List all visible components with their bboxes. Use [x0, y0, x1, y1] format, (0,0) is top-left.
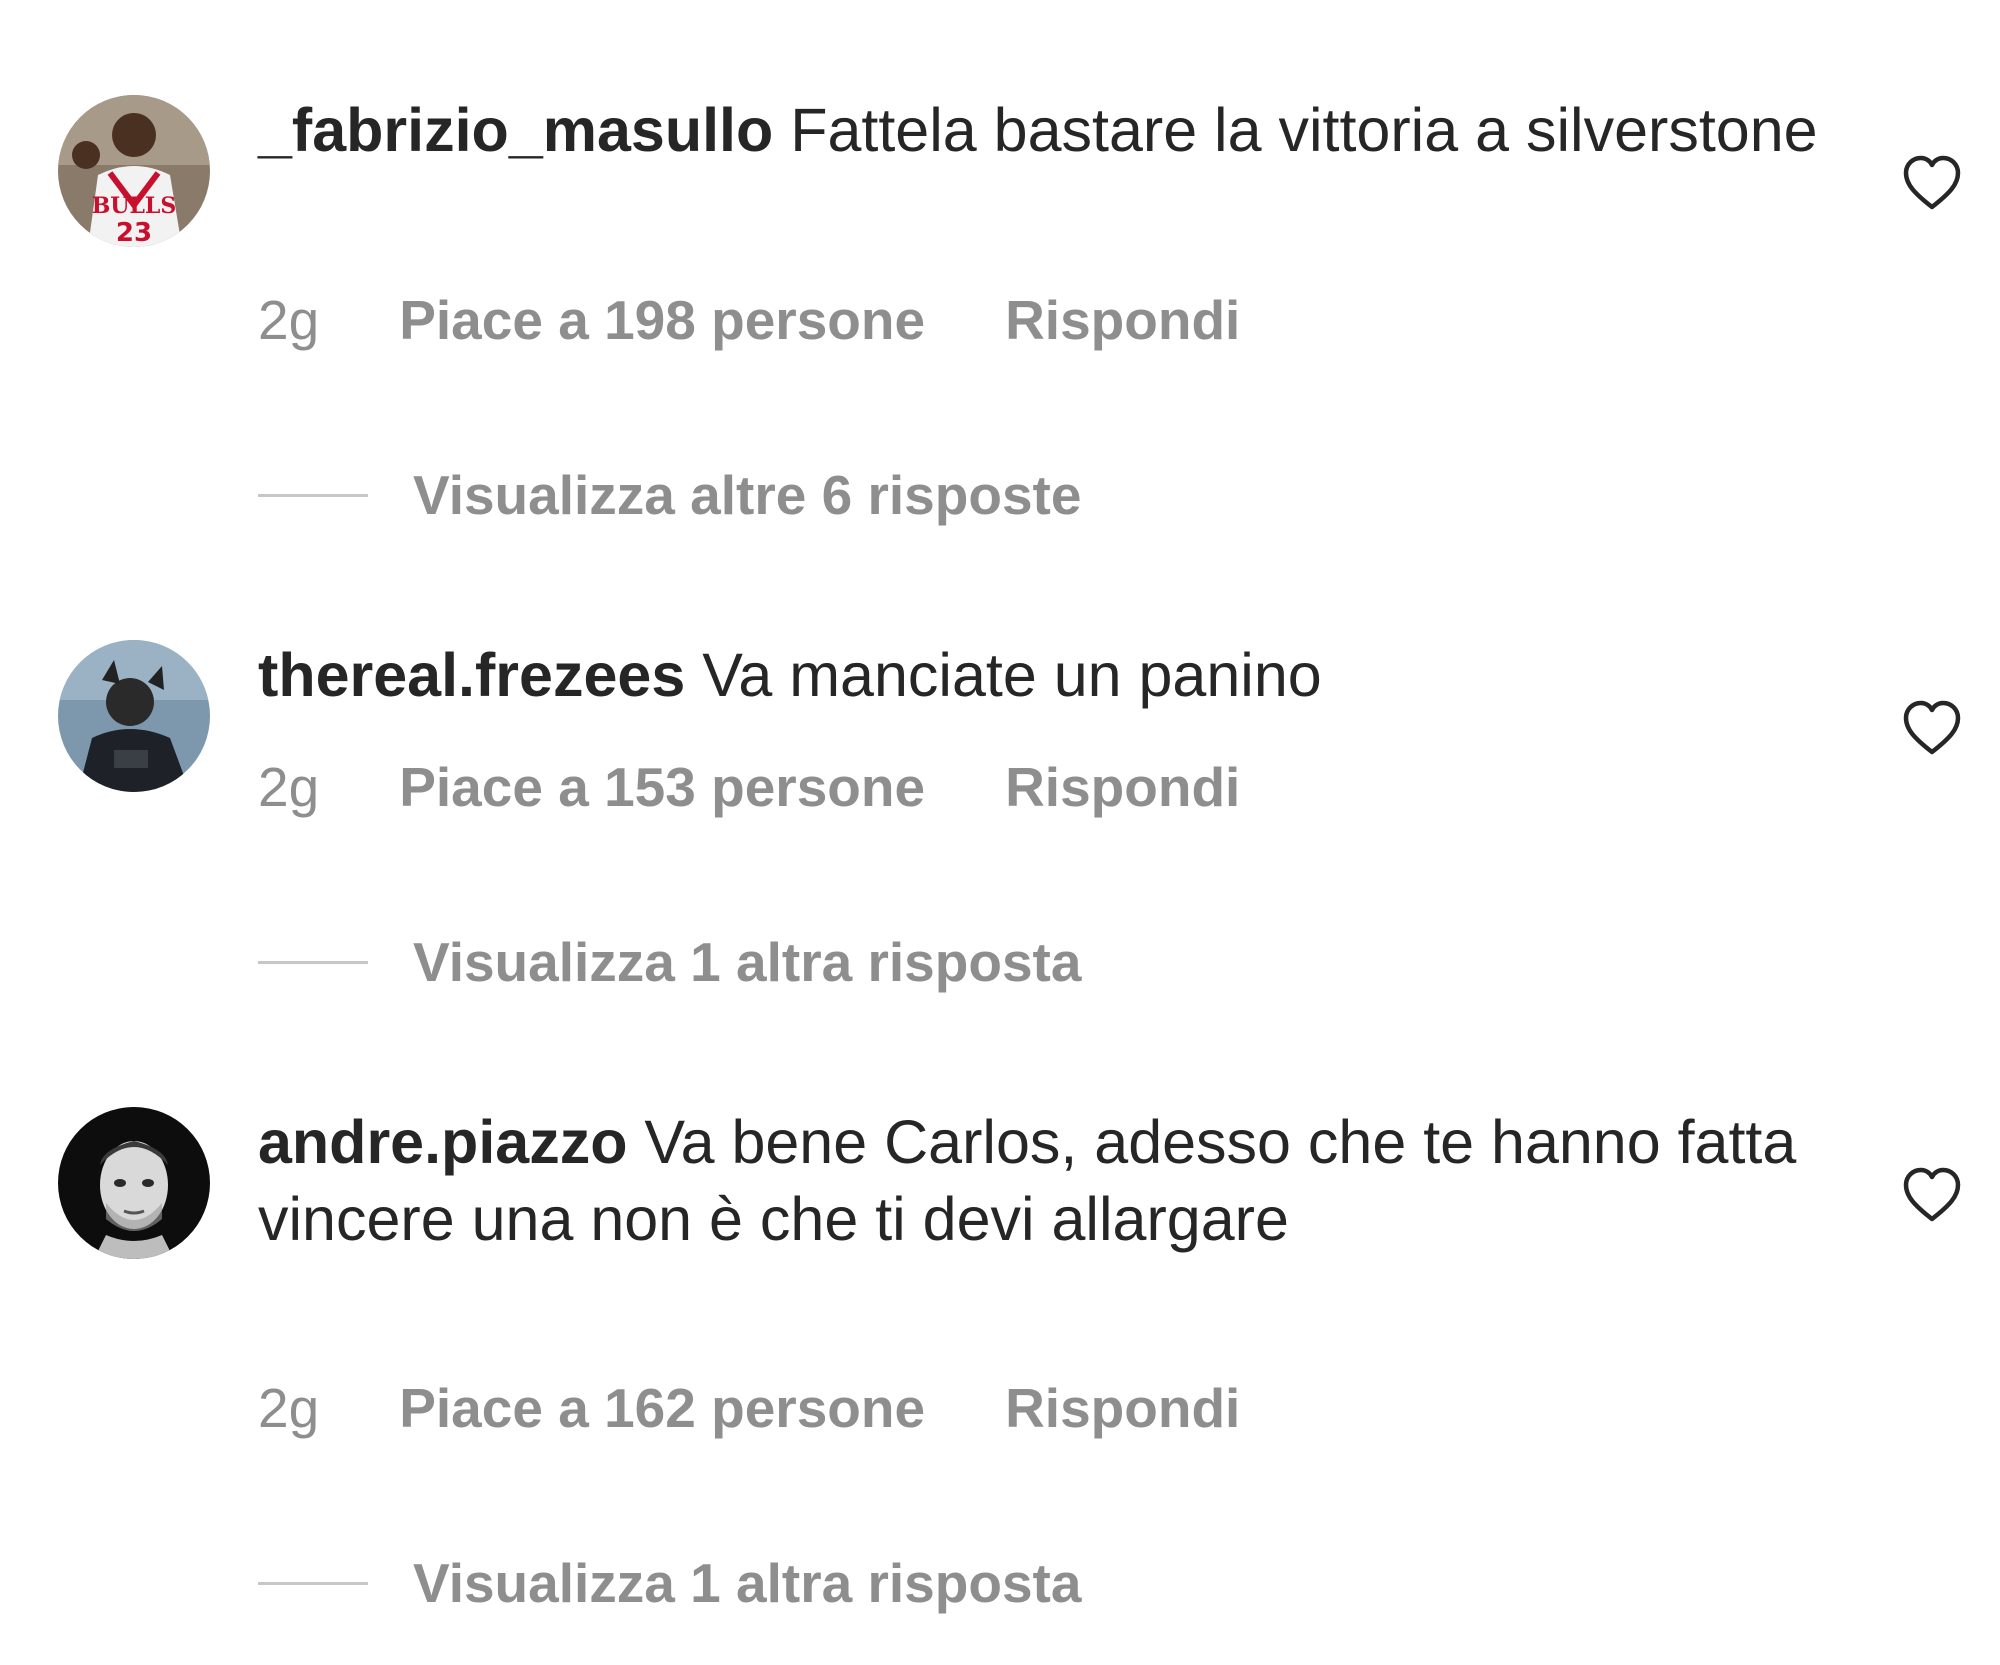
view-replies-button[interactable]: Visualizza altre 6 risposte — [258, 460, 1081, 530]
avatar[interactable]: BULLS 23 — [58, 95, 210, 247]
comment-username[interactable]: thereal.frezees — [258, 641, 685, 709]
svg-text:BULLS: BULLS — [92, 193, 177, 219]
reply-button[interactable]: Rispondi — [1005, 285, 1240, 355]
comment-text: Fattela bastare la vittoria a silverston… — [790, 96, 1818, 164]
comment-body: andre.piazzo Va bene Carlos, adesso che … — [258, 1104, 1818, 1258]
svg-text:23: 23 — [116, 218, 152, 247]
avatar-person-icon — [58, 640, 210, 792]
comment-likes[interactable]: Piace a 162 persone — [399, 1373, 925, 1443]
comment-likes[interactable]: Piace a 153 persone — [399, 752, 925, 822]
reply-button[interactable]: Rispondi — [1005, 1373, 1240, 1443]
heart-icon[interactable] — [1902, 1167, 1962, 1223]
comment-time: 2g — [258, 756, 320, 818]
view-replies-label: Visualizza altre 6 risposte — [413, 464, 1082, 526]
comment-meta: 2g Piace a 162 persone Rispondi — [258, 1373, 1240, 1443]
comment-meta: 2g Piace a 153 persone Rispondi — [258, 752, 1240, 822]
comment-text: Va manciate un panino — [702, 641, 1322, 709]
comment-likes[interactable]: Piace a 198 persone — [399, 285, 925, 355]
comment-meta: 2g Piace a 198 persone Rispondi — [258, 285, 1240, 355]
reply-button[interactable]: Rispondi — [1005, 752, 1240, 822]
view-replies-label: Visualizza 1 altra risposta — [413, 931, 1082, 993]
heart-icon[interactable] — [1902, 155, 1962, 211]
view-replies-button[interactable]: Visualizza 1 altra risposta — [258, 1548, 1081, 1618]
comment-body: _fabrizio_masullo Fattela bastare la vit… — [258, 92, 1818, 169]
comment-username[interactable]: _fabrizio_masullo — [258, 96, 773, 164]
replies-divider — [258, 960, 368, 964]
comment-username[interactable]: andre.piazzo — [258, 1108, 627, 1176]
view-replies-button[interactable]: Visualizza 1 altra risposta — [258, 927, 1081, 997]
avatar[interactable] — [58, 640, 210, 792]
replies-divider — [258, 493, 368, 497]
comment-body: thereal.frezees Va manciate un panino — [258, 637, 1818, 714]
avatar[interactable] — [58, 1107, 210, 1259]
avatar-face-icon — [58, 1107, 210, 1259]
heart-icon[interactable] — [1902, 700, 1962, 756]
comment-time: 2g — [258, 1377, 320, 1439]
view-replies-label: Visualizza 1 altra risposta — [413, 1552, 1082, 1614]
replies-divider — [258, 1581, 368, 1585]
comment-time: 2g — [258, 289, 320, 351]
avatar-jersey-icon: BULLS 23 — [58, 95, 210, 247]
